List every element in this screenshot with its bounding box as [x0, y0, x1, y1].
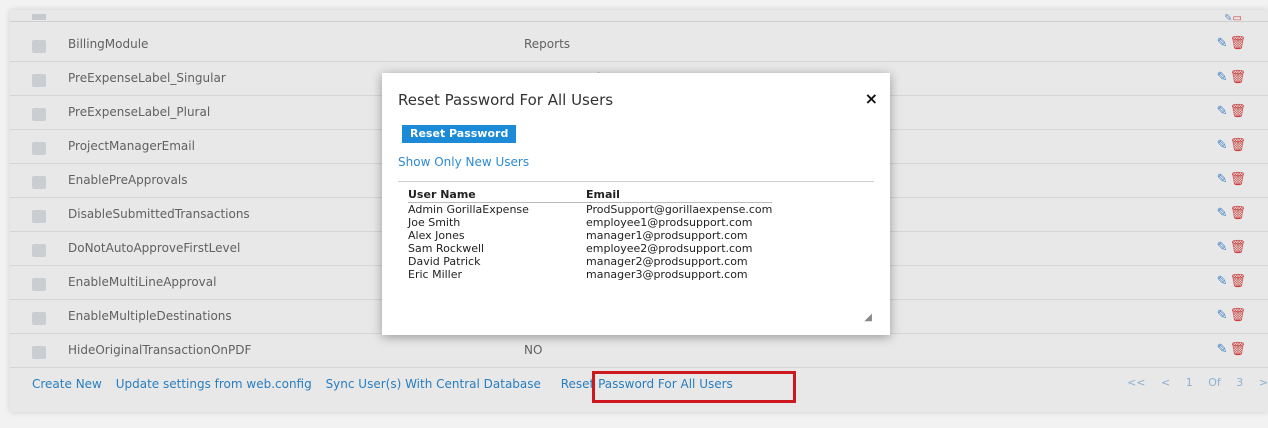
user-row[interactable]: Joe Smith employee1@prodsupport.com	[408, 216, 772, 229]
user-email-cell: employee1@prodsupport.com	[586, 216, 753, 229]
modal-title: Reset Password For All Users	[398, 91, 614, 109]
user-row[interactable]: David Patrick manager2@prodsupport.com	[408, 255, 772, 268]
user-email-cell: employee2@prodsupport.com	[586, 242, 753, 255]
users-list-box[interactable]: User Name Email Admin GorillaExpense Prod…	[398, 181, 874, 325]
user-name-cell: Sam Rockwell	[408, 242, 485, 255]
user-name-cell: David Patrick	[408, 255, 481, 268]
user-row[interactable]: Eric Miller manager3@prodsupport.com	[408, 268, 772, 281]
user-email-cell: manager1@prodsupport.com	[586, 229, 748, 242]
user-email-cell: manager3@prodsupport.com	[586, 268, 748, 281]
show-only-new-users-link[interactable]: Show Only New Users	[398, 155, 529, 169]
users-table: User Name Email Admin GorillaExpense Prod…	[408, 188, 773, 281]
close-icon[interactable]: ×	[865, 89, 878, 108]
user-email-cell: manager2@prodsupport.com	[586, 255, 748, 268]
user-name-cell: Joe Smith	[408, 216, 461, 229]
email-header: Email	[586, 188, 773, 203]
user-name-cell: Alex Jones	[408, 229, 465, 242]
reset-password-button[interactable]: Reset Password	[402, 125, 517, 143]
user-row[interactable]: Sam Rockwell employee2@prodsupport.com	[408, 242, 772, 255]
user-row[interactable]: Alex Jones manager1@prodsupport.com	[408, 229, 772, 242]
user-name-header: User Name	[408, 188, 586, 203]
user-row[interactable]: Admin GorillaExpense ProdSupport@gorillae…	[408, 203, 772, 217]
user-name-cell: Eric Miller	[408, 268, 463, 281]
user-name-cell: Admin GorillaExpense	[408, 203, 529, 216]
user-email-cell: ProdSupport@gorillaexpense.com	[586, 203, 773, 216]
resize-grip-icon[interactable]: ◢	[864, 312, 872, 323]
reset-password-modal: Reset Password For All Users × Reset Pas…	[382, 73, 890, 335]
